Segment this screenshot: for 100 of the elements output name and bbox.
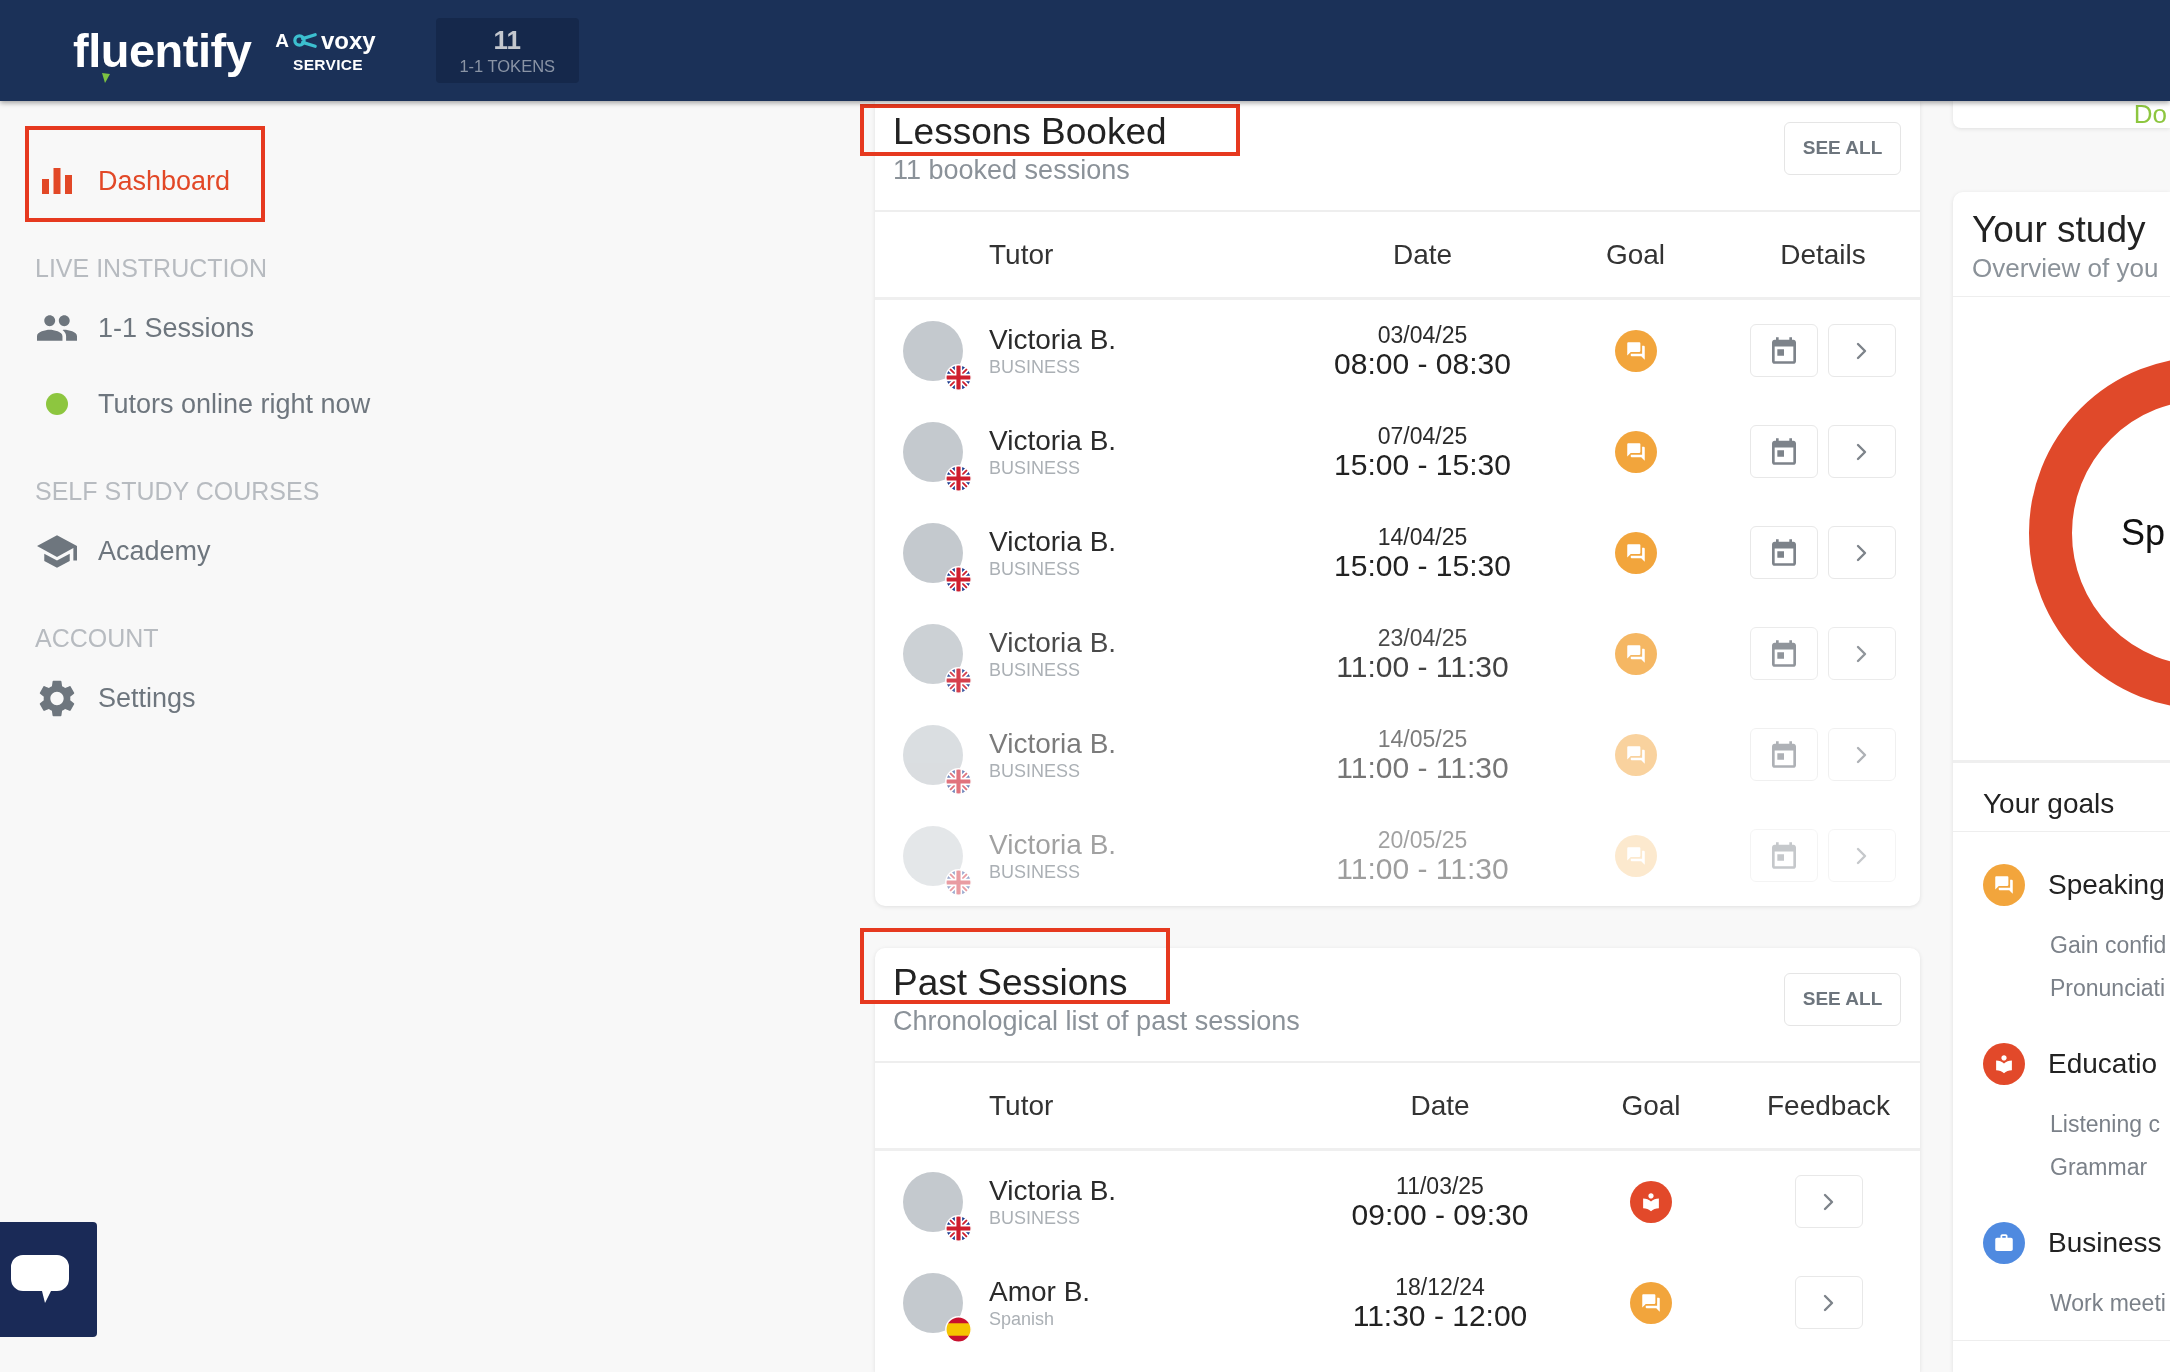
goal-detail: Work meeti: [2050, 1289, 2166, 1318]
goal-detail: Pronunciati: [2050, 974, 2166, 1003]
column-header: Tutor: [989, 1089, 1054, 1122]
goal-detail: Grammar: [2050, 1153, 2148, 1182]
chevron-icon: [1856, 341, 1868, 360]
tutor-note: BUSINESS: [989, 355, 1081, 378]
card-subtitle: Overview of you: [1972, 252, 2160, 284]
card-text: Do: [2133, 101, 2167, 128]
calendar-button[interactable]: [1750, 829, 1818, 882]
details-button[interactable]: [1828, 627, 1896, 680]
session-date: 20/05/25: [1377, 826, 1468, 853]
calendar-button[interactable]: [1750, 728, 1818, 781]
tutor-note: BUSINESS: [989, 658, 1081, 681]
calendar-icon: [1772, 640, 1796, 667]
card-title: Your study: [1972, 208, 2147, 252]
see-all-button[interactable]: SEE ALL: [1784, 972, 1901, 1026]
session-time: 11:30 - 12:00: [1352, 1299, 1528, 1332]
column-header: Date: [1410, 1089, 1470, 1122]
tutor-note: BUSINESS: [989, 1206, 1081, 1229]
calendar-icon: [1772, 337, 1796, 364]
goal-title: Educatio: [2048, 1048, 2157, 1080]
calendar-icon: [1772, 539, 1796, 566]
graduation-cap-icon: [37, 534, 77, 568]
calendar-button[interactable]: [1750, 627, 1818, 680]
session-date: 18/12/24: [1395, 1273, 1485, 1300]
tutor-note: BUSINESS: [989, 759, 1081, 782]
tutor-name: Victoria B.: [989, 323, 1117, 356]
settings-icon: [39, 679, 75, 717]
chevron-icon: [1856, 846, 1868, 865]
card-subtitle: Chronological list of past sessions: [893, 1005, 1300, 1037]
flag-icon: [945, 1315, 972, 1343]
details-button[interactable]: [1828, 425, 1896, 478]
details-button[interactable]: [1828, 526, 1896, 579]
details-button[interactable]: [1828, 829, 1896, 882]
card-title: Lessons Booked: [893, 110, 1167, 154]
tutor-name: Amor B.: [989, 1275, 1091, 1308]
session-date: 11/03/25: [1396, 1172, 1484, 1199]
goal-title: Business: [2048, 1227, 2162, 1259]
tutor-name: Victoria B.: [989, 1174, 1117, 1207]
chevron-icon: [1856, 442, 1868, 461]
session-time: 11:00 - 11:30: [1336, 751, 1509, 784]
section-title: Your goals: [1983, 787, 2115, 821]
column-header: Details: [1780, 238, 1866, 271]
tutor-note: BUSINESS: [989, 456, 1081, 479]
details-button[interactable]: [1828, 728, 1896, 781]
section-heading: LIVE INSTRUCTION: [34, 253, 267, 284]
calendar-button[interactable]: [1750, 526, 1818, 579]
details-button[interactable]: [1828, 324, 1896, 377]
bar-chart-icon: [42, 168, 72, 194]
column-header: Tutor: [989, 238, 1054, 271]
session-time: 08:00 - 08:30: [1334, 347, 1511, 380]
chat-button[interactable]: [0, 1222, 97, 1337]
speech-bubble-icon: [11, 1254, 69, 1305]
card-subtitle: 11 booked sessions: [893, 154, 1130, 186]
card-title: Past Sessions: [893, 961, 1128, 1005]
nav-link[interactable]: Dashboard: [37, 151, 231, 211]
service-prefix: A: [275, 31, 289, 51]
chevron-icon: [1822, 1192, 1835, 1211]
nav-link[interactable]: Settings: [37, 668, 196, 728]
tutor-note: BUSINESS: [989, 860, 1081, 883]
clip-mark-icon: [293, 33, 317, 49]
chevron-icon: [1856, 644, 1868, 663]
tutor-name: Victoria B.: [989, 828, 1117, 861]
section-heading: ACCOUNT: [34, 623, 159, 654]
chevron-icon: [1856, 543, 1868, 562]
feedback-button[interactable]: [1794, 1276, 1863, 1329]
tutor-name: Victoria B.: [989, 626, 1117, 659]
tutor-note: BUSINESS: [989, 557, 1081, 580]
session-date: 03/04/25: [1377, 321, 1468, 348]
chart-label: Sp: [2121, 511, 2166, 555]
nav-link[interactable]: Tutors online right now: [37, 374, 371, 434]
goal-detail: Gain confid: [2050, 931, 2167, 960]
session-date: 14/05/25: [1377, 725, 1468, 752]
tutor-name: Victoria B.: [989, 727, 1117, 760]
nav-link[interactable]: 1-1 Sessions: [37, 298, 255, 358]
goal-detail: Listening c: [2050, 1110, 2160, 1139]
chevron-icon: [1856, 745, 1868, 764]
calendar-icon: [1772, 741, 1796, 768]
people-icon: [37, 315, 77, 341]
tutor-name: Victoria B.: [989, 525, 1117, 558]
see-all-button[interactable]: SEE ALL: [1784, 121, 1901, 175]
tutor-note: Spanish: [989, 1307, 1055, 1330]
calendar-button[interactable]: [1750, 425, 1818, 478]
calendar-button[interactable]: [1750, 324, 1818, 377]
session-time: 15:00 - 15:30: [1334, 448, 1511, 481]
service-label: SERVICE: [293, 56, 364, 73]
feedback-button[interactable]: [1794, 1175, 1863, 1228]
nav-link[interactable]: Academy: [37, 521, 211, 581]
session-date: 23/04/25: [1377, 624, 1468, 651]
tutor-name: Victoria B.: [989, 424, 1117, 457]
column-header: Goal: [1621, 1089, 1681, 1122]
chevron-icon: [1822, 1293, 1835, 1312]
session-time: 09:00 - 09:30: [1351, 1198, 1529, 1231]
session-date: 14/04/25: [1377, 523, 1468, 550]
session-date: 07/04/25: [1377, 422, 1468, 449]
column-header: Goal: [1605, 238, 1666, 271]
section-heading: SELF STUDY COURSES: [34, 476, 320, 507]
token-label: 1-1 TOKENS: [459, 57, 556, 75]
brand-name: voxy: [321, 28, 376, 53]
calendar-icon: [1772, 842, 1796, 869]
